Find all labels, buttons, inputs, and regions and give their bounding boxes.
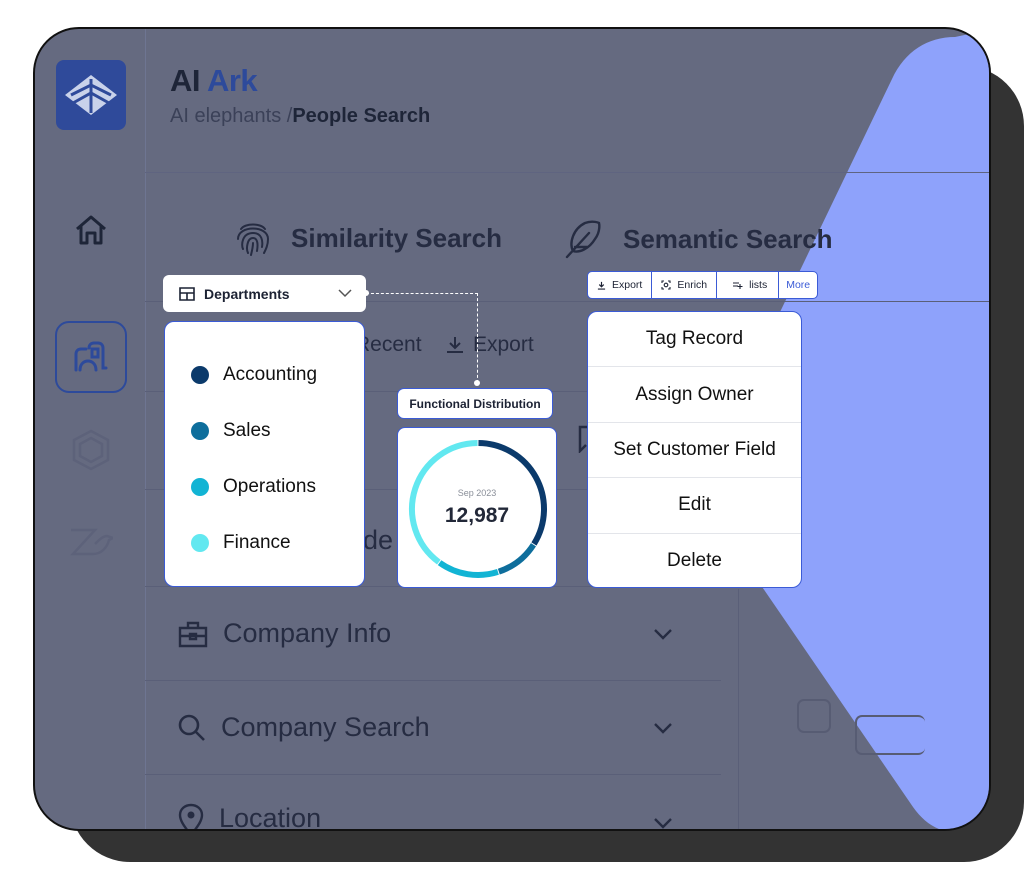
functional-distribution-title: Functional Distribution [397, 388, 553, 419]
department-label: Sales [223, 420, 271, 441]
functional-distribution-card: Sep 2023 12,987 [397, 427, 557, 588]
tab-semantic-search-label: Semantic Search [623, 223, 833, 254]
filter-location-label: Location [219, 803, 322, 831]
row-checkbox[interactable] [797, 699, 831, 733]
tab-semantic-search[interactable]: Semantic Search [563, 219, 833, 259]
filter-location[interactable]: Location [145, 774, 721, 831]
app-title-prefix: AI [170, 63, 201, 98]
feather-icon [565, 220, 601, 259]
filter-company-search[interactable]: Company Search [145, 680, 721, 774]
fingerprint-icon [237, 223, 270, 256]
toolbar-more-button[interactable]: More [779, 272, 817, 298]
header-divider [145, 172, 989, 173]
toolbar-lists-label: lists [749, 279, 768, 291]
menu-item-assign-owner[interactable]: Assign Owner [588, 367, 801, 423]
connector-dot [474, 380, 480, 386]
menu-item-tag-record[interactable]: Tag Record [588, 312, 801, 368]
connector-dot [363, 290, 369, 296]
filter-company-info[interactable]: Company Info [145, 586, 721, 680]
record-action-menu: Tag Record Assign Owner Set Customer Fie… [587, 311, 802, 588]
briefcase-icon [178, 621, 208, 647]
donut-period: Sep 2023 [457, 488, 497, 498]
toolbar-more-label: More [786, 279, 811, 291]
bird-icon [70, 528, 113, 556]
breadcrumb-parent[interactable]: AI elephants / [170, 105, 292, 127]
breadcrumb-current: People Search [292, 105, 431, 127]
tab-similarity-search[interactable]: Similarity Search [235, 219, 502, 257]
app-title-brand: Ark [206, 63, 258, 98]
donut-total: 12,987 [444, 504, 510, 527]
departments-list: Accounting Sales Operations Finance [164, 321, 365, 587]
sidebar-item-hexagon[interactable] [55, 414, 127, 486]
departments-dropdown-label: Departments [204, 285, 290, 302]
search-icon [178, 714, 205, 741]
export-label: Export [473, 333, 534, 356]
sidebar-item-people-search[interactable] [55, 321, 127, 393]
departments-dropdown[interactable]: Departments [163, 275, 366, 312]
tab-similarity-search-label: Similarity Search [291, 222, 502, 253]
filter-company-search-label: Company Search [221, 712, 430, 742]
column-divider [738, 589, 739, 829]
add-list-icon [733, 281, 743, 289]
home-icon [76, 215, 106, 245]
partial-hidden-text: de [363, 525, 394, 555]
department-item-finance[interactable]: Finance [165, 510, 364, 576]
department-label: Accounting [223, 364, 318, 385]
hexagon-icon [72, 429, 110, 471]
menu-item-set-customer-field[interactable]: Set Customer Field [588, 423, 801, 479]
toolbar-enrich-button[interactable]: Enrich [652, 272, 718, 298]
breadcrumb: AI elephants /People Search [170, 105, 430, 128]
legend-dot [191, 478, 209, 496]
row-field[interactable] [855, 715, 925, 755]
people-search-icon [74, 341, 108, 372]
record-toolbar: Export Enrich lists More [587, 271, 819, 299]
legend-dot [191, 422, 209, 440]
dashed-connector [366, 293, 478, 383]
sidebar-item-bird[interactable] [55, 506, 127, 578]
menu-item-edit[interactable]: Edit [588, 478, 801, 534]
sidebar-item-home[interactable] [55, 194, 127, 266]
app-logo[interactable] [56, 60, 126, 130]
chevron-down-icon [654, 722, 672, 734]
ark-logo-icon [65, 75, 117, 115]
download-icon [597, 281, 606, 290]
chevron-down-icon [654, 628, 672, 640]
menu-item-delete[interactable]: Delete [588, 534, 801, 587]
donut-segment-sales[interactable] [497, 543, 536, 575]
enrich-icon [661, 280, 671, 290]
location-pin-icon [178, 803, 204, 829]
department-label: Finance [223, 532, 291, 553]
department-label: Operations [223, 476, 316, 497]
donut-segment-operations[interactable] [437, 560, 499, 578]
toolbar-enrich-label: Enrich [677, 279, 708, 291]
legend-dot [191, 366, 209, 384]
legend-dot [191, 534, 209, 552]
toolbar-lists-button[interactable]: lists [717, 272, 780, 298]
donut-segment-finance[interactable] [409, 440, 478, 565]
chevron-down-icon [654, 818, 672, 829]
filter-company-info-label: Company Info [223, 618, 392, 648]
app-title: AI Ark [170, 63, 258, 99]
toolbar-export-label: Export [612, 279, 643, 291]
table-icon [179, 286, 195, 301]
toolbar-export-button[interactable]: Export [588, 272, 653, 298]
chevron-down-icon [338, 289, 352, 298]
